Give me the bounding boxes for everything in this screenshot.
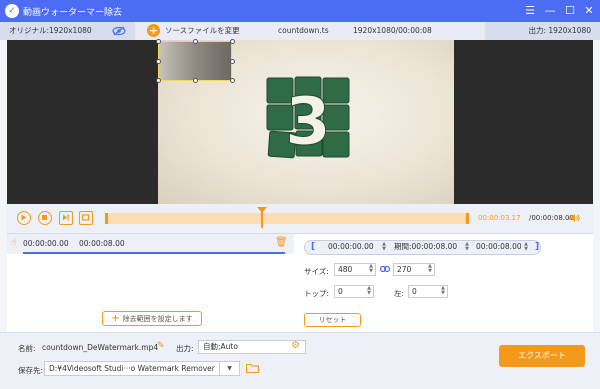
end-time-field[interactable]: 00:00:08.00 <box>473 241 529 254</box>
next-frame-button[interactable] <box>59 211 73 225</box>
plus-icon: + <box>111 313 120 324</box>
menu-icon[interactable]: ☰ <box>522 3 538 19</box>
name-label: 名前: <box>18 344 36 353</box>
video-preview: 3 <box>7 39 593 204</box>
size-label: サイズ: <box>304 267 329 276</box>
loop-button[interactable] <box>79 211 93 225</box>
start-time-field[interactable]: 00:00:00.00 <box>325 241 385 254</box>
eye-icon[interactable] <box>112 26 126 36</box>
left-stepper[interactable]: ▲ ▼ <box>439 286 447 297</box>
hand-icon: ☝ <box>11 238 17 248</box>
top-label: トップ: <box>304 289 330 298</box>
stop-icon <box>42 215 47 220</box>
resize-handle[interactable] <box>156 39 161 44</box>
current-time: 00:00:03.17 <box>478 214 521 222</box>
title-bar: ✓ 動画ウォーターマー除去 ☰ — ☐ ✕ <box>0 0 600 22</box>
resize-handle[interactable] <box>193 78 198 83</box>
export-button[interactable]: エクスポート <box>499 345 585 367</box>
resize-handle[interactable] <box>230 78 235 83</box>
output-format-field[interactable]: 自動;Auto <box>198 340 306 354</box>
play-icon <box>21 214 27 221</box>
change-source-label[interactable]: ソースファイルを変更 <box>165 22 240 40</box>
playback-controls: 00:00:03.17 /00:00:08.00 <box>7 204 593 234</box>
save-to-label: 保存先: <box>18 366 44 375</box>
bottom-bar: 名前: countdown_DeWatermark.mp4 ✎ 出力: 自動;A… <box>0 332 600 389</box>
file-info: 1920x1080/00:00:08 <box>353 26 432 35</box>
resize-handle[interactable] <box>156 59 161 64</box>
minimize-button[interactable]: — <box>542 3 558 19</box>
output-resolution: 出力: 1920x1080 <box>485 22 600 40</box>
segment-row[interactable]: ☝ 00:00:00.00 00:00:08.00 🗑 <box>7 234 294 254</box>
duration-field: 期間:00:00:08.00 <box>394 242 458 251</box>
resize-handle[interactable] <box>193 39 198 44</box>
stop-button[interactable] <box>38 211 52 225</box>
segment-panel: ☝ 00:00:00.00 00:00:08.00 🗑 + 除去範囲を設定します <box>7 234 294 332</box>
width-stepper[interactable]: ▲ ▼ <box>367 264 375 275</box>
video-frame[interactable]: 3 <box>156 39 454 204</box>
countdown-cube: 3 <box>266 76 350 160</box>
set-start-button[interactable]: [ <box>311 242 315 252</box>
set-end-button[interactable]: ] <box>535 242 539 252</box>
start-time-stepper[interactable]: ▲ ▼ <box>380 242 388 253</box>
play-button[interactable] <box>17 211 31 225</box>
end-time-stepper[interactable]: ▲ ▼ <box>522 242 530 253</box>
output-label: 出力: <box>176 344 194 353</box>
add-range-label: 除去範囲を設定します <box>122 315 193 323</box>
timeline-track[interactable] <box>105 213 469 224</box>
resize-handle[interactable] <box>230 39 235 44</box>
window-title: 動画ウォーターマー除去 <box>23 8 123 18</box>
overlay-digit: 3 <box>285 83 331 160</box>
file-name: countdown.ts <box>278 26 329 35</box>
time-range: [ 00:00:00.00 ▲ ▼ 期間:00:00:08.00 ▲ ▼ 00:00… <box>304 240 541 255</box>
resize-handle[interactable] <box>156 78 161 83</box>
close-button[interactable]: ✕ <box>581 3 597 19</box>
top-stepper[interactable]: ▲ ▼ <box>365 286 373 297</box>
volume-icon[interactable] <box>568 213 580 223</box>
edit-name-icon[interactable]: ✎ <box>157 341 165 351</box>
chevron-down-icon[interactable]: ▼ <box>220 361 240 376</box>
app-logo-icon: ✓ <box>5 4 19 18</box>
change-source-button[interactable]: + <box>147 24 160 37</box>
add-range-button[interactable]: + 除去範囲を設定します <box>102 311 202 326</box>
segment-bar <box>23 252 285 254</box>
gear-icon[interactable]: ⚙ <box>291 340 300 351</box>
trash-icon[interactable]: 🗑 <box>275 237 288 248</box>
loop-icon <box>81 214 90 221</box>
segment-start: 00:00:00.00 <box>23 239 69 248</box>
output-name: countdown_DeWatermark.mp4 <box>42 343 159 352</box>
maximize-button[interactable]: ☐ <box>562 3 578 19</box>
height-stepper[interactable]: ▲ ▼ <box>426 264 434 275</box>
info-bar: オリジナル:1920x1080 + ソースファイルを変更 countdown.t… <box>0 22 600 40</box>
segment-end: 00:00:08.00 <box>79 239 125 248</box>
duration-stepper[interactable]: ▲ ▼ <box>463 242 471 253</box>
link-icon[interactable] <box>380 265 390 273</box>
settings-panel: [ 00:00:00.00 ▲ ▼ 期間:00:00:08.00 ▲ ▼ 00:00… <box>294 234 593 332</box>
resize-handle[interactable] <box>230 59 235 64</box>
watermark-selection-box[interactable] <box>158 41 232 81</box>
left-label: 左: <box>394 289 405 298</box>
playhead-marker[interactable] <box>256 207 267 213</box>
next-frame-icon <box>63 214 69 221</box>
save-path-field[interactable]: D:¥4Videosoft Studi···o Watermark Remove… <box>44 361 220 376</box>
folder-icon[interactable] <box>246 363 259 373</box>
reset-button[interactable]: リセット <box>304 313 361 327</box>
